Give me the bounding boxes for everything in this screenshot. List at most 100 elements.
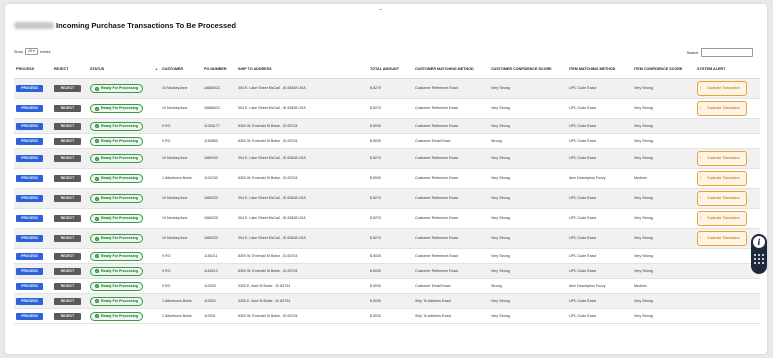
cell-ship-to-address: 8300 W. Emerald St Boise , ID 83704 [236,308,368,324]
cell-po-number: 1689320 [202,188,236,209]
reject-button[interactable]: REJECT [54,297,81,305]
cell-reject: REJECT [52,228,88,249]
reject-button[interactable]: REJECT [54,175,81,182]
cell-ship-to-address: 8300 W. Emerald St Boise , ID 83704 [236,168,368,189]
cell-reject: REJECT [52,98,88,119]
cell-ship-to-address: 3305 E. Avid St Boise , ID 83704 [236,293,368,309]
cell-item-confidence-score: Very Strong [632,293,695,309]
process-button[interactable]: PROCESS [16,105,43,112]
process-button[interactable]: PROCESS [16,282,43,290]
cell-po-number: 110002 [202,293,236,309]
cell-reject: REJECT [52,208,88,229]
process-button[interactable]: PROCESS [16,252,43,260]
check-icon: ✓ [95,284,99,288]
cell-system-alert [695,118,760,134]
check-icon: ✓ [95,314,99,318]
system-alert-badge[interactable]: ! Duplicate Transaction [697,171,747,186]
cell-po-number: 1155210 [202,263,236,279]
system-alert-badge[interactable]: ! Duplicate Transaction [697,101,747,116]
system-alert-badge[interactable]: ! Duplicate Transaction [697,191,747,206]
cell-customer: 10 MonkeyJune [160,78,202,99]
reject-button[interactable]: REJECT [54,312,81,320]
process-button[interactable]: PROCESS [16,195,43,202]
column-header-total-amount[interactable]: TOTAL AMOUNT [368,60,413,79]
process-button[interactable]: PROCESS [16,215,43,222]
column-header-system-alert[interactable]: SYSTEM ALERT [695,60,760,79]
cell-customer-matching-method: Customer Reference Exact [413,248,489,264]
cell-customer: 10 MonkeyJune [160,188,202,209]
reject-button[interactable]: REJECT [54,215,81,222]
reject-button[interactable]: REJECT [54,85,81,92]
column-header-item-matching-method[interactable]: ITEM MATCHING METHOD [567,60,632,79]
column-header-process[interactable]: PROCESS [14,60,52,79]
process-button[interactable]: PROCESS [16,122,43,130]
cell-customer-confidence-score: Strong [489,133,567,149]
cell-system-alert: ! Duplicate Transaction [695,78,760,99]
status-label: Ready For Processing [101,268,138,273]
process-button[interactable]: PROCESS [16,155,43,162]
reject-button[interactable]: REJECT [54,267,81,275]
cell-process: PROCESS [14,168,52,189]
reject-button[interactable]: REJECT [54,282,81,290]
cell-item-confidence-score: Very Strong [632,188,695,209]
process-button[interactable]: PROCESS [16,297,43,305]
column-header-po-number[interactable]: PO NUMBER [202,60,236,79]
check-icon: ✓ [95,196,99,201]
column-header-ship-to-address[interactable]: SHIP TO ADDRESS [236,60,368,79]
system-alert-badge[interactable]: ! Duplicate Transaction [697,81,747,96]
process-button[interactable]: PROCESS [16,85,43,92]
process-button[interactable]: PROCESS [16,312,43,320]
cell-status: ✓ Ready For Processing [88,118,160,134]
cell-total-amount: $ 8030 [368,293,413,309]
cell-total-amount: $ 8030 [368,118,413,134]
cell-process: PROCESS [14,188,52,209]
process-button[interactable]: PROCESS [16,267,43,275]
reject-button[interactable]: REJECT [54,252,81,260]
cell-system-alert: ! Duplicate Transaction [695,98,760,119]
cell-customer-matching-method: Customer Reference Exact [413,208,489,229]
cell-item-matching-method: UPC Code Exact [567,133,632,149]
process-button[interactable]: PROCESS [16,175,43,182]
column-header-item-confidence-score[interactable]: ITEM CONFIDENCE SCORE [632,60,695,79]
warning-icon: ! [700,105,702,111]
cell-item-confidence-score: Very Strong [632,228,695,249]
reject-button[interactable]: REJECT [54,137,81,145]
cell-item-confidence-score: Very Strong [632,248,695,264]
search-input[interactable] [701,48,753,57]
table-row: PROCESS REJECT ✓ Ready For Processing 9 RO 11… [14,278,760,294]
system-alert-badge[interactable]: ! Duplicate Transaction [697,151,747,166]
column-header-customer-confidence-score[interactable]: CUSTOMER CONFIDENCE SCORE [489,60,567,79]
reject-button[interactable]: REJECT [54,122,81,130]
cell-item-matching-method: UPC Code Exact [567,248,632,264]
column-header-customer-matching-method[interactable]: CUSTOMER MATCHING METHOD [413,60,489,79]
cell-po-number: 16886022 [202,98,236,119]
cell-reject: REJECT [52,118,88,134]
cell-item-confidence-score: Very Strong [632,118,695,134]
side-widget[interactable]: i [751,234,767,274]
process-button[interactable]: PROCESS [16,137,43,145]
cell-customer-confidence-score: Very Strong [489,263,567,279]
grid-icon[interactable] [754,254,764,264]
reject-button[interactable]: REJECT [54,105,81,112]
cell-item-matching-method: UPC Code Exact [567,208,632,229]
reject-button[interactable]: REJECT [54,195,81,202]
system-alert-badge[interactable]: ! Duplicate Transaction [697,231,747,246]
process-button[interactable]: PROCESS [16,235,43,242]
cell-reject: REJECT [52,188,88,209]
cell-ship-to-address: 304 E. Lake Street McCall , ID 83638 USA [236,188,368,209]
column-header-status[interactable]: STATUS ▲ [88,60,160,79]
column-header-reject[interactable]: REJECT [52,60,88,79]
table-row: PROCESS REJECT ✓ Ready For Processing 9 RO 11… [14,118,760,134]
cell-item-confidence-score: Very Strong [632,148,695,169]
reject-button[interactable]: REJECT [54,155,81,162]
page-size-select[interactable]: 25 ▾ [25,48,38,55]
info-icon[interactable]: i [753,236,765,248]
system-alert-text: Duplicate Transaction [707,236,740,241]
column-header-customer[interactable]: CUSTOMER [160,60,202,79]
cell-process: PROCESS [14,263,52,279]
table-row: PROCESS REJECT ✓ Ready For Processing 1 Albe… [14,308,760,324]
cell-po-number: 1155211 [202,248,236,264]
reject-button[interactable]: REJECT [54,235,81,242]
system-alert-badge[interactable]: ! Duplicate Transaction [697,211,747,226]
status-label: Ready For Processing [101,176,138,181]
